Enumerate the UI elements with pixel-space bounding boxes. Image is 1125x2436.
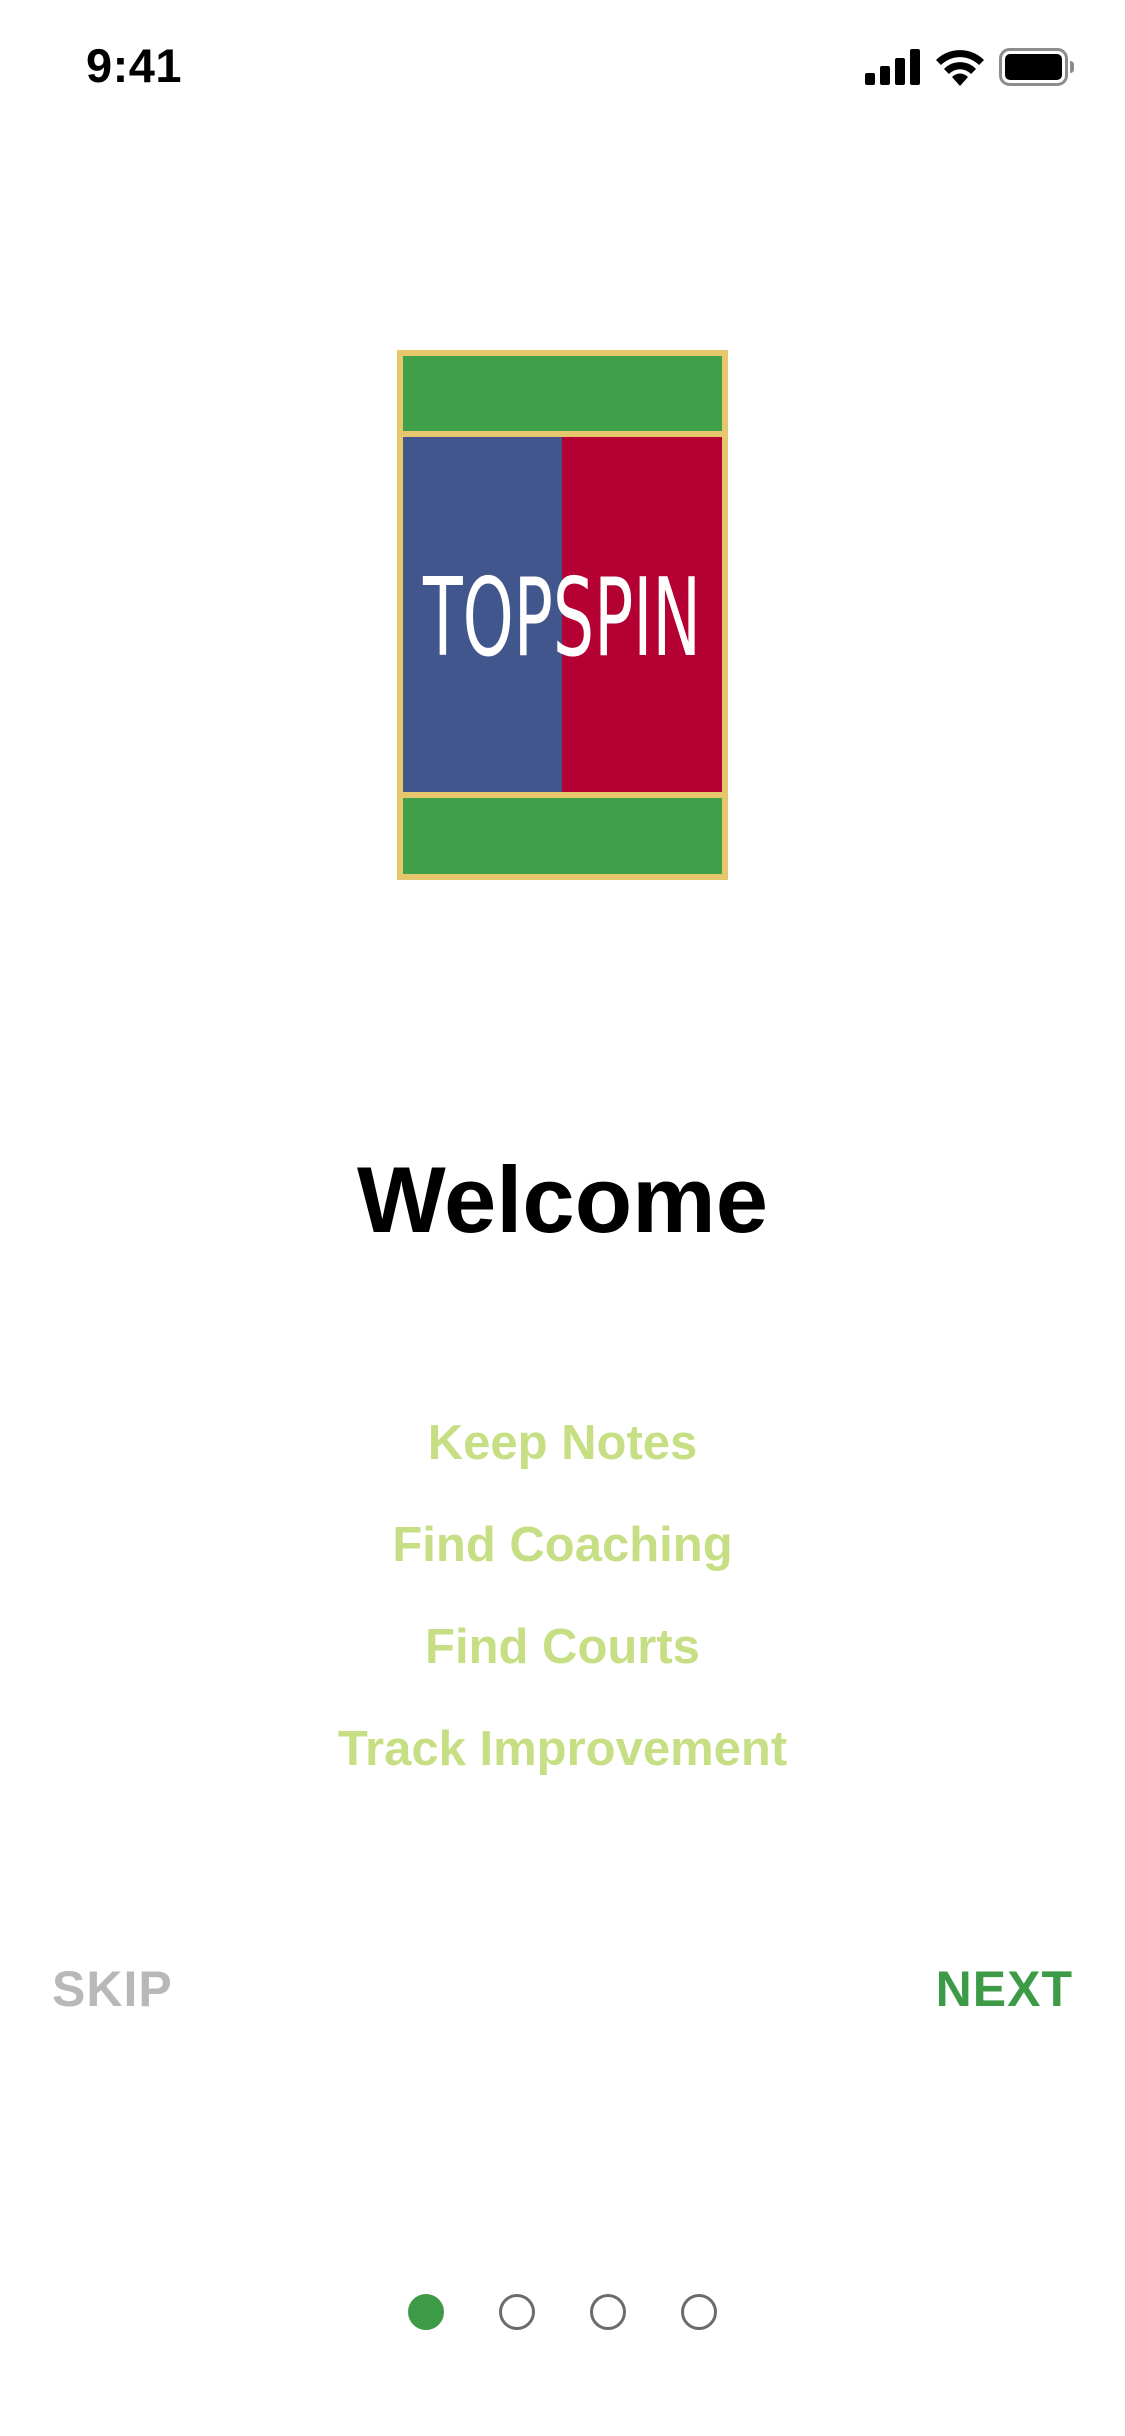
- welcome-title: Welcome: [357, 1147, 768, 1252]
- page-dot-1[interactable]: [408, 2294, 444, 2330]
- logo-text: TOPSPIN: [422, 556, 701, 681]
- page-dot-4[interactable]: [681, 2294, 717, 2330]
- page-indicator: [0, 2294, 1125, 2330]
- status-icons: [865, 47, 1075, 91]
- skip-button[interactable]: SKIP: [52, 1960, 173, 2018]
- feature-item-find-courts: Find Courts: [425, 1620, 700, 1674]
- feature-item-keep-notes: Keep Notes: [427, 1416, 698, 1470]
- battery-icon: [999, 47, 1075, 91]
- status-time: 9:41: [86, 39, 183, 92]
- status-bar: 9:41: [0, 0, 1125, 140]
- next-button[interactable]: NEXT: [936, 1960, 1073, 2018]
- page-dot-2[interactable]: [499, 2294, 535, 2330]
- cellular-signal-icon: [865, 48, 921, 90]
- wifi-icon: [935, 48, 985, 91]
- feature-list: Keep Notes Find Coaching Find Courts Tra…: [0, 1408, 1125, 1816]
- feature-item-track-improvement: Track Improvement: [337, 1722, 788, 1776]
- topspin-logo: TOPSPIN: [397, 350, 728, 880]
- page-dot-3[interactable]: [590, 2294, 626, 2330]
- feature-item-find-coaching: Find Coaching: [392, 1518, 733, 1572]
